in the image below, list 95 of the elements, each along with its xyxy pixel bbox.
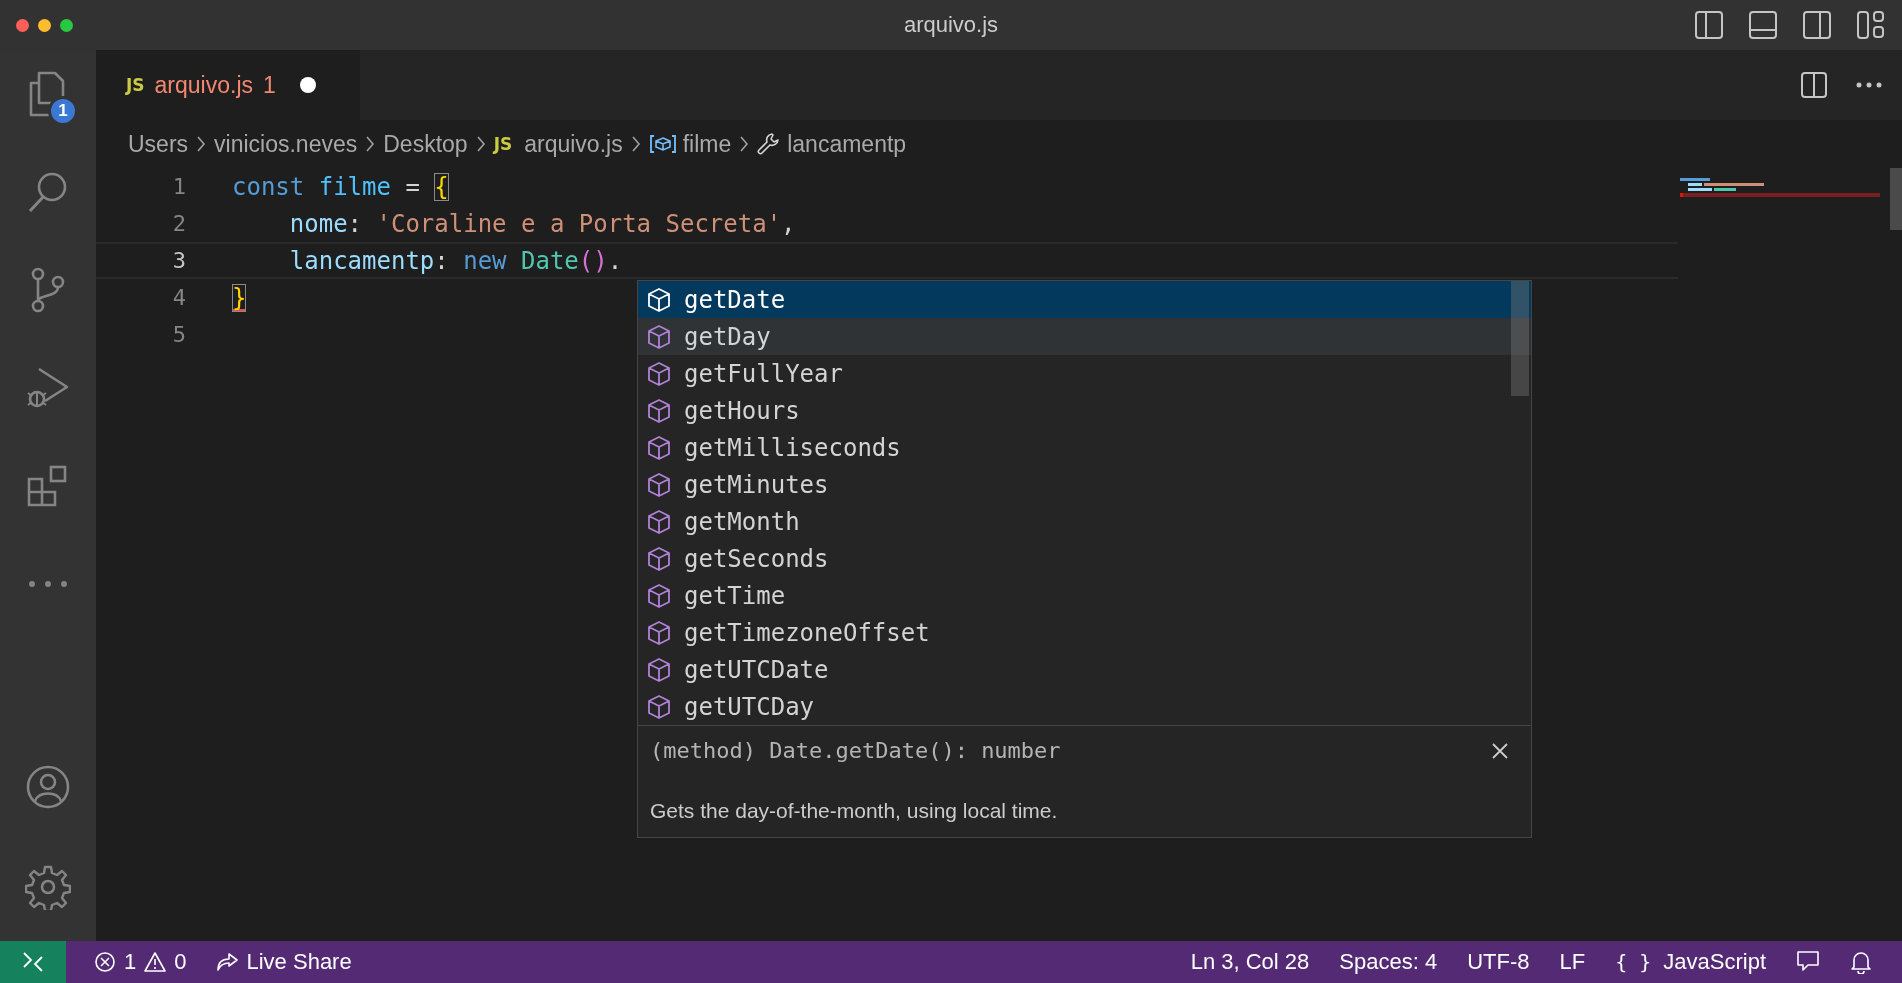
code-token: () xyxy=(578,246,608,275)
more-actions-icon[interactable] xyxy=(1856,82,1882,88)
breadcrumb-item[interactable]: lancamentp xyxy=(757,130,907,158)
breadcrumb-item[interactable]: vinicios.neves xyxy=(214,130,358,158)
encoding-setting[interactable]: UTF-8 xyxy=(1467,949,1530,975)
code-token: filme xyxy=(318,172,391,201)
breadcrumb-item[interactable]: Users xyxy=(128,130,189,158)
tab-label: arquivo.js xyxy=(154,71,253,99)
unsaved-dot-icon[interactable] xyxy=(299,77,316,93)
scrollbar[interactable] xyxy=(1890,168,1902,230)
chevron-right-icon xyxy=(365,135,376,153)
code-token: : xyxy=(434,246,450,275)
suggestion-item[interactable]: getMinutes xyxy=(638,466,1531,503)
cube-icon xyxy=(646,323,672,350)
warning-icon xyxy=(144,951,167,973)
code-token: new xyxy=(463,246,508,275)
cube-icon xyxy=(646,545,672,572)
method-description: Gets the day-of-the-month, using local time. xyxy=(650,799,1059,823)
code-token: nome xyxy=(288,209,348,238)
bell-icon[interactable] xyxy=(1850,950,1872,974)
split-editor-icon[interactable] xyxy=(1800,71,1828,99)
settings-icon xyxy=(25,864,71,910)
suggestion-item[interactable]: getUTCDate xyxy=(638,651,1531,688)
indentation-setting[interactable]: Spaces: 4 xyxy=(1339,949,1438,975)
chevron-right-icon xyxy=(196,135,207,153)
toggle-secondary-sidebar-icon[interactable] xyxy=(1802,10,1832,40)
suggestion-item[interactable]: getDay xyxy=(638,318,1531,355)
window-title: arquivo.js xyxy=(903,12,999,38)
chevron-right-icon xyxy=(739,135,750,153)
toggle-panel-icon[interactable] xyxy=(1748,10,1778,40)
suggestion-item[interactable]: getUTCDay xyxy=(638,688,1531,725)
code-token: lancamentp xyxy=(288,246,435,275)
problems-button[interactable]: 1 0 xyxy=(94,949,187,975)
cube-icon xyxy=(646,582,672,609)
problem-count: 1 xyxy=(263,71,276,99)
cube-icon xyxy=(646,619,672,646)
method-signature: (method) Date.getDate(): number xyxy=(650,738,1061,763)
line-number: 3 xyxy=(171,248,187,273)
error-icon xyxy=(94,951,116,973)
code-token: 'Coraline e a Porta Secreta' xyxy=(376,209,782,238)
feedback-icon[interactable] xyxy=(1796,950,1820,974)
code-token: const xyxy=(232,172,306,201)
cube-icon xyxy=(646,360,672,387)
minimize-window-button[interactable] xyxy=(38,18,51,32)
close-window-button[interactable] xyxy=(16,18,29,32)
cube-icon xyxy=(646,693,672,720)
code-token: , xyxy=(781,209,796,238)
close-icon[interactable] xyxy=(1491,741,1509,760)
suggestion-item[interactable]: getSeconds xyxy=(638,540,1531,577)
chevron-right-icon xyxy=(630,135,641,153)
cube-icon xyxy=(646,656,672,683)
remote-button[interactable] xyxy=(0,941,66,983)
more-icon xyxy=(28,580,68,588)
cube-icon xyxy=(646,397,672,424)
live-share-button[interactable]: Live Share xyxy=(214,949,352,975)
code-token: { xyxy=(434,172,449,201)
line-ending-setting[interactable]: LF xyxy=(1559,949,1586,975)
suggestion-item[interactable]: getMonth xyxy=(638,503,1531,540)
breadcrumb-item[interactable]: Desktop xyxy=(383,130,468,158)
suggestion-item[interactable]: getTime xyxy=(638,577,1531,614)
suggestion-item[interactable]: getDate xyxy=(638,281,1531,318)
editor-tab[interactable]: JS arquivo.js 1 xyxy=(96,50,360,120)
customize-layout-icon[interactable] xyxy=(1856,10,1886,40)
cube-icon xyxy=(646,471,672,498)
cube-icon xyxy=(646,286,672,313)
toggle-primary-sidebar-icon[interactable] xyxy=(1694,10,1724,40)
code-token: Date xyxy=(521,246,579,275)
line-number: 2 xyxy=(171,211,187,236)
suggestion-item[interactable]: getHours xyxy=(638,392,1531,429)
notification-badge: 1 xyxy=(48,96,78,126)
code-token: : xyxy=(347,209,364,238)
code-token: } xyxy=(232,283,247,312)
account-icon xyxy=(25,764,71,810)
cube-icon xyxy=(646,508,672,535)
maximize-window-button[interactable] xyxy=(60,18,73,32)
language-mode-button[interactable]: { } JavaScript xyxy=(1615,949,1766,975)
variable-icon xyxy=(648,134,677,154)
scrollbar[interactable] xyxy=(1511,281,1529,396)
cursor-position[interactable]: Ln 3, Col 28 xyxy=(1190,949,1310,975)
breadcrumb-item[interactable]: JS arquivo.js xyxy=(493,130,623,158)
wrench-icon xyxy=(757,132,782,156)
line-number: 5 xyxy=(171,322,187,347)
line-number: 1 xyxy=(171,174,187,199)
breadcrumb-item[interactable]: filme xyxy=(648,130,732,158)
share-arrow-icon xyxy=(214,951,239,973)
suggestion-item[interactable]: getMilliseconds xyxy=(638,429,1531,466)
line-number: 4 xyxy=(171,285,187,310)
js-file-icon: JS xyxy=(126,75,145,95)
remote-icon xyxy=(21,950,45,974)
cube-icon xyxy=(646,434,672,461)
code-token: = xyxy=(404,172,421,201)
chevron-right-icon xyxy=(475,135,486,153)
suggestion-item[interactable]: getFullYear xyxy=(638,355,1531,392)
suggestion-item[interactable]: getTimezoneOffset xyxy=(638,614,1531,651)
code-token: . xyxy=(607,246,623,275)
